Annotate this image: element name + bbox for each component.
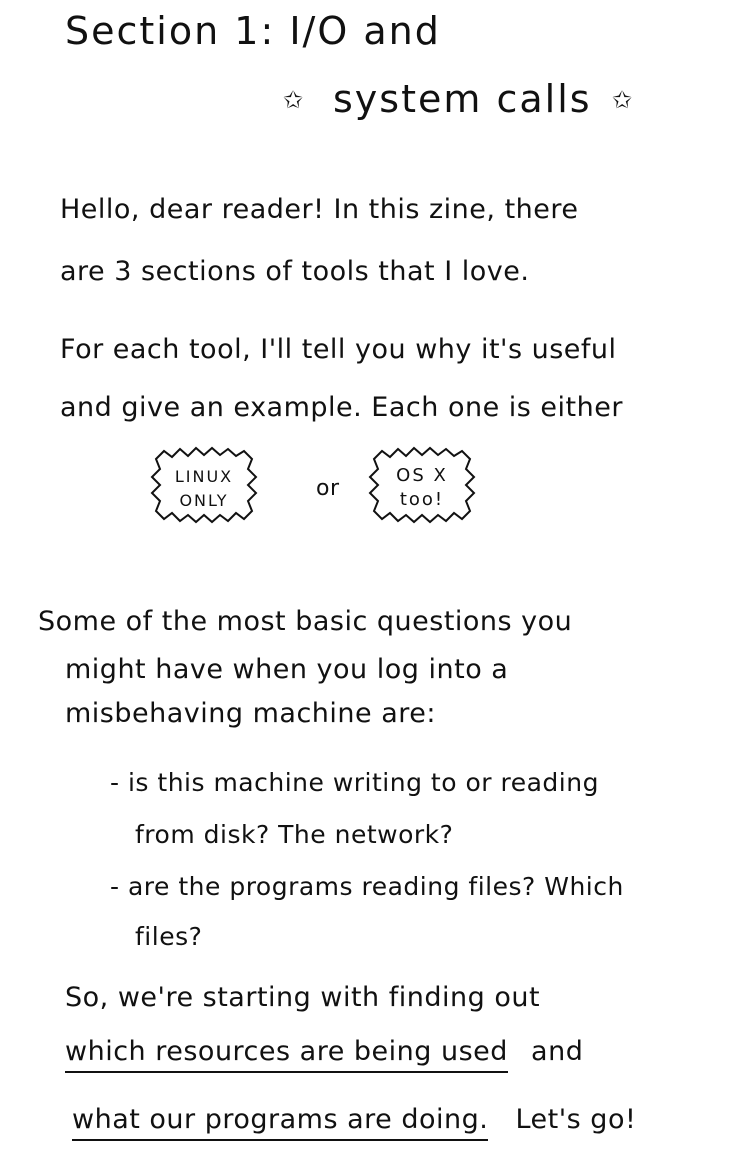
page-title-line-1: Section 1: I/O and (65, 9, 441, 53)
badge-text: ONLY (179, 491, 229, 510)
closing-line: So, we're starting with finding out (65, 982, 541, 1013)
closing-line: what our programs are doing. Let's go! (72, 1104, 637, 1141)
page-title-line-2: system calls (333, 77, 592, 121)
star-icon: ✩ (612, 86, 633, 114)
intro-line: For each tool, I'll tell you why it's us… (60, 334, 617, 365)
bullet-item-continued: files? (135, 922, 203, 951)
intro-line: Hello, dear reader! In this zine, there (60, 194, 579, 225)
osx-too-badge: OS X too! (366, 445, 478, 525)
closing-text: Let's go! (515, 1104, 637, 1135)
underlined-phrase: what our programs are doing. (72, 1104, 489, 1141)
star-icon: ✩ (283, 86, 304, 114)
or-text: or (316, 476, 340, 501)
intro-line: are 3 sections of tools that I love. (60, 256, 530, 287)
bullet-item-continued: from disk? The network? (135, 820, 454, 849)
linux-only-badge: LINUX ONLY (148, 445, 260, 525)
bullet-item: - is this machine writing to or reading (110, 768, 599, 797)
intro-line: and give an example. Each one is either (60, 392, 623, 423)
badge-text: OS X (396, 465, 448, 486)
badge-text: LINUX (174, 467, 234, 486)
underlined-phrase: which resources are being used (65, 1036, 508, 1073)
badge-text: too! (399, 489, 445, 510)
closing-text: and (531, 1036, 584, 1067)
closing-line: which resources are being used and (65, 1036, 584, 1073)
questions-line: misbehaving machine are: (65, 698, 436, 729)
bullet-item: - are the programs reading files? Which (110, 872, 624, 901)
questions-line: might have when you log into a (65, 654, 509, 685)
questions-line: Some of the most basic questions you (38, 606, 573, 637)
